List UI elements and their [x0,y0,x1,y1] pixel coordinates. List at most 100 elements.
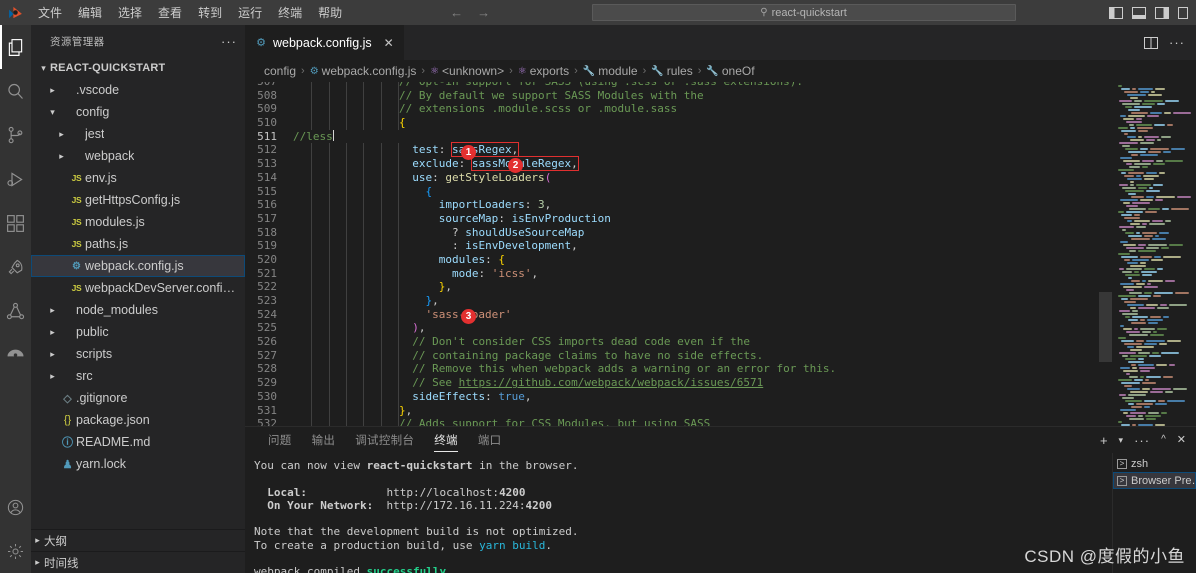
line-number: 523 [257,294,277,307]
editor-tab-webpack-config[interactable]: ⚙ webpack.config.js ✕ [245,25,405,60]
tree-root[interactable]: ▾ REACT-QUICKSTART [31,57,245,79]
toggle-panel-icon[interactable] [1132,6,1146,19]
tree-item-scripts[interactable]: ▸ scripts [31,343,245,365]
minimap-segment [1145,414,1161,417]
panel-tab-2[interactable]: 调试控制台 [345,427,424,453]
minimap-segment [1154,291,1173,294]
tree-item-config[interactable]: ▾ config [31,101,245,123]
minimap-segment [1131,321,1146,324]
tree-item-jest[interactable]: ▸ jest [31,123,245,145]
breadcrumb-item-1[interactable]: ⚙ webpack.config.js [310,64,417,78]
tree-item--gitignore[interactable]: ◇ .gitignore [31,387,245,409]
menu-item-2[interactable]: 选择 [110,2,150,23]
breadcrumb-item-0[interactable]: config [264,64,296,78]
split-editor-icon[interactable] [1144,36,1158,49]
activitybar-item-explorer[interactable] [0,25,31,69]
toggle-primary-sidebar-icon[interactable] [1109,6,1123,19]
minimap-segment [1136,231,1140,234]
terminal-line-0: You can now view react-quickstart in the… [254,459,579,472]
breadcrumb-item-5[interactable]: 🔧 rules [651,64,692,78]
tree-item-gethttpsconfig-js[interactable]: JS getHttpsConfig.js [31,189,245,211]
tree-item-modules-js[interactable]: JS modules.js [31,211,245,233]
panel-tabs-bar: 问题 输出 调试控制台 终端 端口 + ▾ ··· ^ ✕ [245,427,1196,453]
activitybar-item-extensions[interactable] [0,201,31,245]
customize-layout-icon[interactable] [1178,6,1188,19]
close-icon[interactable]: ✕ [384,36,394,50]
activitybar-item-run-and-debug[interactable] [0,157,31,201]
minimap-segment [1169,363,1175,366]
tree-item-public[interactable]: ▸ public [31,321,245,343]
minimap[interactable] [1112,82,1196,426]
maximize-panel-icon[interactable]: ^ [1161,435,1166,445]
panel-more-actions-icon[interactable]: ··· [1134,434,1150,447]
breadcrumb-item-3[interactable]: ⚛ exports [518,64,569,78]
terminal-instance-0[interactable]: > zsh [1113,455,1196,472]
minimap-segment [1142,165,1148,168]
terminal-instance-1[interactable]: > Browser Pre… [1113,472,1196,489]
code-editor: 507 // Opt-in support for SASS (using .s… [245,82,1196,426]
activitybar-item-accounts[interactable] [0,485,31,529]
tree-item-paths-js[interactable]: JS paths.js [31,233,245,255]
tree-item-label: modules.js [85,215,145,229]
minimap-segment [1155,198,1163,201]
panel-tab-4[interactable]: 端口 [468,427,512,453]
menu-item-6[interactable]: 终端 [270,2,310,23]
sidebar-section-label: 时间线 [44,557,79,570]
menu-item-3[interactable]: 查看 [150,2,190,23]
minimap-segment [1173,387,1187,390]
new-terminal-icon[interactable]: + [1100,434,1108,447]
toggle-secondary-sidebar-icon[interactable] [1155,6,1169,19]
tree-item-webpack[interactable]: ▸ webpack [31,145,245,167]
activitybar-item-testing[interactable] [0,333,31,377]
terminal-dropdown-icon[interactable]: ▾ [1119,435,1124,445]
minimap-segment [1161,246,1169,249]
tree-item-env-js[interactable]: JS env.js [31,167,245,189]
editor-scrollbar[interactable] [1099,82,1112,426]
forward-arrow-icon[interactable]: → [477,5,490,20]
breadcrumb-item-6[interactable]: 🔧 oneOf [706,64,754,78]
tree-item-webpackdevserver-config-js[interactable]: JS webpackDevServer.config.js [31,277,245,299]
tree-item-webpack-config-js[interactable]: ⚙ webpack.config.js [31,255,245,277]
menu-item-5[interactable]: 运行 [230,2,270,23]
menu-item-0[interactable]: 文件 [30,2,70,23]
activitybar-item-source-control[interactable] [0,113,31,157]
activitybar-item-remote-explorer[interactable] [0,289,31,333]
tree-item-src[interactable]: ▸ src [31,365,245,387]
editor-scrollbar-thumb[interactable] [1099,292,1112,362]
minimap-segment [1163,150,1171,153]
editor-more-actions-icon[interactable]: ··· [1169,35,1185,50]
minimap-segment [1128,234,1142,237]
back-arrow-icon[interactable]: ← [450,5,463,20]
search-icon [8,83,23,99]
breadcrumb-label: <unknown> [442,64,505,78]
code-viewport[interactable]: 507 // Opt-in support for SASS (using .s… [245,82,1112,426]
panel-tab-0[interactable]: 问题 [258,427,302,453]
minimap-segment [1134,162,1151,165]
menu-item-7[interactable]: 帮助 [310,2,350,23]
breadcrumb-item-4[interactable]: 🔧 module [583,64,638,78]
minimap-segment [1120,156,1132,159]
minimap-segment [1146,189,1160,192]
minimap-segment [1118,420,1122,423]
sidebar-section-大纲[interactable]: ▸ 大纲 [31,529,245,551]
menu-item-1[interactable]: 编辑 [70,2,110,23]
panel-tab-3[interactable]: 终端 [424,427,468,453]
tree-item-readme-md[interactable]: ⓘ README.md [31,431,245,453]
explorer-more-actions-icon[interactable]: ··· [221,34,237,49]
command-center-search[interactable]: ⚲ react-quickstart [591,4,1016,21]
minimap-segment [1144,342,1157,345]
activitybar-item-rocket[interactable] [0,245,31,289]
tree-item-package-json[interactable]: {} package.json [31,409,245,431]
tree-item--vscode[interactable]: ▸ .vscode [31,79,245,101]
activitybar-item-search[interactable] [0,69,31,113]
tree-item-node-modules[interactable]: ▸ node_modules [31,299,245,321]
panel-tab-1[interactable]: 输出 [302,427,346,453]
sidebar-section-时间线[interactable]: ▸ 时间线 [31,551,245,573]
tree-item-yarn-lock[interactable]: ♟ yarn.lock [31,453,245,475]
activitybar-item-settings[interactable] [0,529,31,573]
close-panel-icon[interactable]: ✕ [1177,434,1186,446]
terminal-output[interactable]: You can now view react-quickstart in the… [245,453,1112,573]
minimap-segment [1118,168,1134,171]
breadcrumb-item-2[interactable]: ⚛ <unknown> [430,64,504,78]
menu-item-4[interactable]: 转到 [190,2,230,23]
